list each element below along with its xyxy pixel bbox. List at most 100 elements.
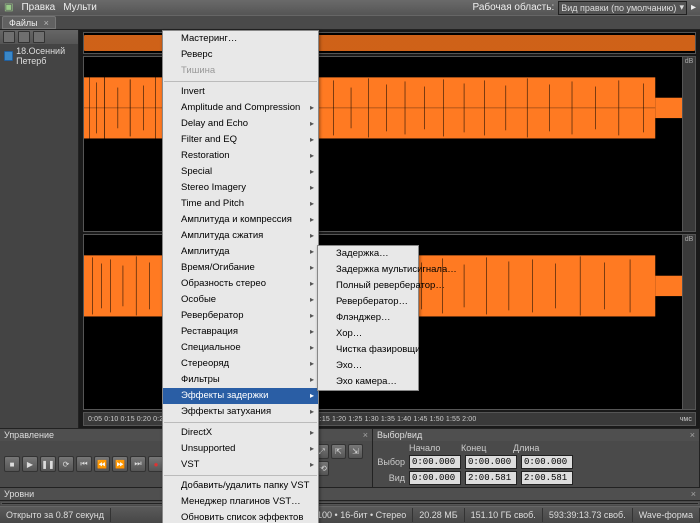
- loop-button[interactable]: ⟳: [58, 456, 74, 472]
- menu-item[interactable]: DirectX: [163, 425, 318, 441]
- menu-item[interactable]: Amplitude and Compression: [163, 100, 318, 116]
- view-end-field[interactable]: 2:00.581: [465, 471, 517, 485]
- status-disk: 151.10 ГБ своб.: [465, 508, 543, 522]
- close-icon[interactable]: ×: [691, 489, 696, 499]
- row-view: Вид: [377, 473, 405, 483]
- submenu-item[interactable]: Эхо камера…: [318, 374, 418, 390]
- view-start-field[interactable]: 0:00.000: [409, 471, 461, 485]
- menu-item[interactable]: Фильтры: [163, 372, 318, 388]
- menu-item[interactable]: Special: [163, 164, 318, 180]
- menu-item[interactable]: Амплитуда: [163, 244, 318, 260]
- panel-title: Управление: [4, 430, 54, 440]
- close-file-button[interactable]: [18, 31, 30, 43]
- tab-files[interactable]: Файлы×: [2, 16, 56, 29]
- close-icon[interactable]: ×: [363, 430, 368, 440]
- file-item[interactable]: 18.Осенний Петерб: [0, 44, 78, 68]
- close-icon[interactable]: ×: [690, 430, 695, 440]
- menu-item[interactable]: Мастеринг…: [163, 31, 318, 47]
- audio-file-icon: [4, 51, 13, 61]
- forward-button[interactable]: ⏩: [112, 456, 128, 472]
- status-free-time: 593:39:13.73 своб.: [543, 508, 633, 522]
- editor-main: dB: [79, 30, 700, 428]
- panel-tab-strip: Файлы×: [0, 15, 700, 30]
- file-name: 18.Осенний Петерб: [16, 46, 74, 66]
- workspace-menu-icon[interactable]: ▸: [691, 2, 696, 13]
- menu-item: Тишина: [163, 63, 318, 79]
- chevron-down-icon: ▾: [679, 2, 684, 13]
- submenu-item[interactable]: Ревербератор…: [318, 294, 418, 310]
- menu-item[interactable]: Особые: [163, 292, 318, 308]
- row-selection: Выбор: [377, 457, 405, 467]
- panel-title: Выбор/вид: [377, 430, 422, 440]
- selection-panel: Выбор/вид × Начало Конец Длина Выбор 0:00…: [373, 429, 700, 487]
- menu-edit[interactable]: Правка: [21, 2, 55, 13]
- close-icon[interactable]: ×: [44, 18, 49, 28]
- zoom-selection-button[interactable]: ⇱: [331, 444, 346, 459]
- menu-item[interactable]: Эффекты задержки: [163, 388, 318, 404]
- db-scale-right: dB: [682, 235, 695, 409]
- view-len-field[interactable]: 2:00.581: [521, 471, 573, 485]
- files-toolbar: [0, 30, 78, 44]
- import-button[interactable]: [3, 31, 15, 43]
- levels-panel: Уровни ×: [0, 487, 700, 506]
- submenu-item[interactable]: Флэнджер…: [318, 310, 418, 326]
- menu-item[interactable]: Restoration: [163, 148, 318, 164]
- menu-item[interactable]: Амплитуда и компрессия: [163, 212, 318, 228]
- submenu-item[interactable]: Задержка мультисигнала…: [318, 262, 418, 278]
- menu-item[interactable]: Filter and EQ: [163, 132, 318, 148]
- zoom-in-point-button[interactable]: ⇲: [348, 444, 363, 459]
- status-mode: Wave-форма: [633, 508, 700, 522]
- stop-button[interactable]: ■: [4, 456, 20, 472]
- submenu-item[interactable]: Чистка фазировщика…: [318, 342, 418, 358]
- submenu-item[interactable]: Задержка…: [318, 246, 418, 262]
- app-icon: ▣: [4, 2, 13, 13]
- submenu-item[interactable]: Полный ревербератор…: [318, 278, 418, 294]
- menu-item[interactable]: Специальное: [163, 340, 318, 356]
- menu-item[interactable]: Ревербератор: [163, 308, 318, 324]
- menu-item[interactable]: Stereo Imagery: [163, 180, 318, 196]
- statusbar: Открыто за 0.87 секунд П : -5.2dB @ 0:01…: [0, 506, 700, 523]
- menubar: ▣ Правка Мульти Рабочая область: Вид пра…: [0, 0, 700, 15]
- rewind-button[interactable]: ⏪: [94, 456, 110, 472]
- delay-effects-submenu: Задержка…Задержка мультисигнала…Полный р…: [317, 245, 419, 391]
- workspace-label: Рабочая область:: [473, 2, 555, 13]
- effects-menu: Мастеринг…РеверсТишина InvertAmplitude an…: [162, 30, 319, 523]
- submenu-item[interactable]: Эхо…: [318, 358, 418, 374]
- sel-start-field[interactable]: 0:00.000: [409, 455, 461, 469]
- menu-item[interactable]: VST: [163, 457, 318, 473]
- panel-title: Уровни: [4, 489, 34, 499]
- menu-item[interactable]: Добавить/удалить папку VST: [163, 478, 318, 494]
- menu-item[interactable]: Менеджер плагинов VST…: [163, 494, 318, 510]
- menu-item[interactable]: Реверс: [163, 47, 318, 63]
- go-end-button[interactable]: ⏭: [130, 456, 146, 472]
- db-scale-left: dB: [682, 57, 695, 231]
- bottom-panels: Управление× ■ ▶ ❚❚ ⟳ ⏮ ⏪ ⏩ ⏭ ● Время× 0:…: [0, 428, 700, 487]
- menu-item[interactable]: Образность стерео: [163, 276, 318, 292]
- sel-end-field[interactable]: 0:00.000: [465, 455, 517, 469]
- files-panel: 18.Осенний Петерб: [0, 30, 79, 428]
- menu-multi[interactable]: Мульти: [63, 2, 97, 13]
- menu-item[interactable]: Delay and Echo: [163, 116, 318, 132]
- menu-item[interactable]: Реставрация: [163, 324, 318, 340]
- level-meter: [1, 502, 699, 505]
- menu-item[interactable]: Эффекты затухания: [163, 404, 318, 420]
- menu-item[interactable]: Unsupported: [163, 441, 318, 457]
- menu-item[interactable]: Амплитуда сжатия: [163, 228, 318, 244]
- status-size: 20.28 МБ: [413, 508, 464, 522]
- menu-item[interactable]: Стереоряд: [163, 356, 318, 372]
- col-start: Начало: [409, 443, 457, 453]
- play-button[interactable]: ▶: [22, 456, 38, 472]
- pause-button[interactable]: ❚❚: [40, 456, 56, 472]
- col-length: Длина: [513, 443, 561, 453]
- insert-button[interactable]: [33, 31, 45, 43]
- submenu-item[interactable]: Хор…: [318, 326, 418, 342]
- menu-item[interactable]: Обновить список эффектов: [163, 510, 318, 523]
- sel-len-field[interactable]: 0:00.000: [521, 455, 573, 469]
- col-end: Конец: [461, 443, 509, 453]
- go-start-button[interactable]: ⏮: [76, 456, 92, 472]
- workspace-select[interactable]: Вид правки (по умолчанию) ▾: [558, 1, 687, 15]
- menu-item[interactable]: Время/Огибание: [163, 260, 318, 276]
- status-open-time: Открыто за 0.87 секунд: [0, 508, 111, 522]
- menu-item[interactable]: Time and Pitch: [163, 196, 318, 212]
- menu-item[interactable]: Invert: [163, 84, 318, 100]
